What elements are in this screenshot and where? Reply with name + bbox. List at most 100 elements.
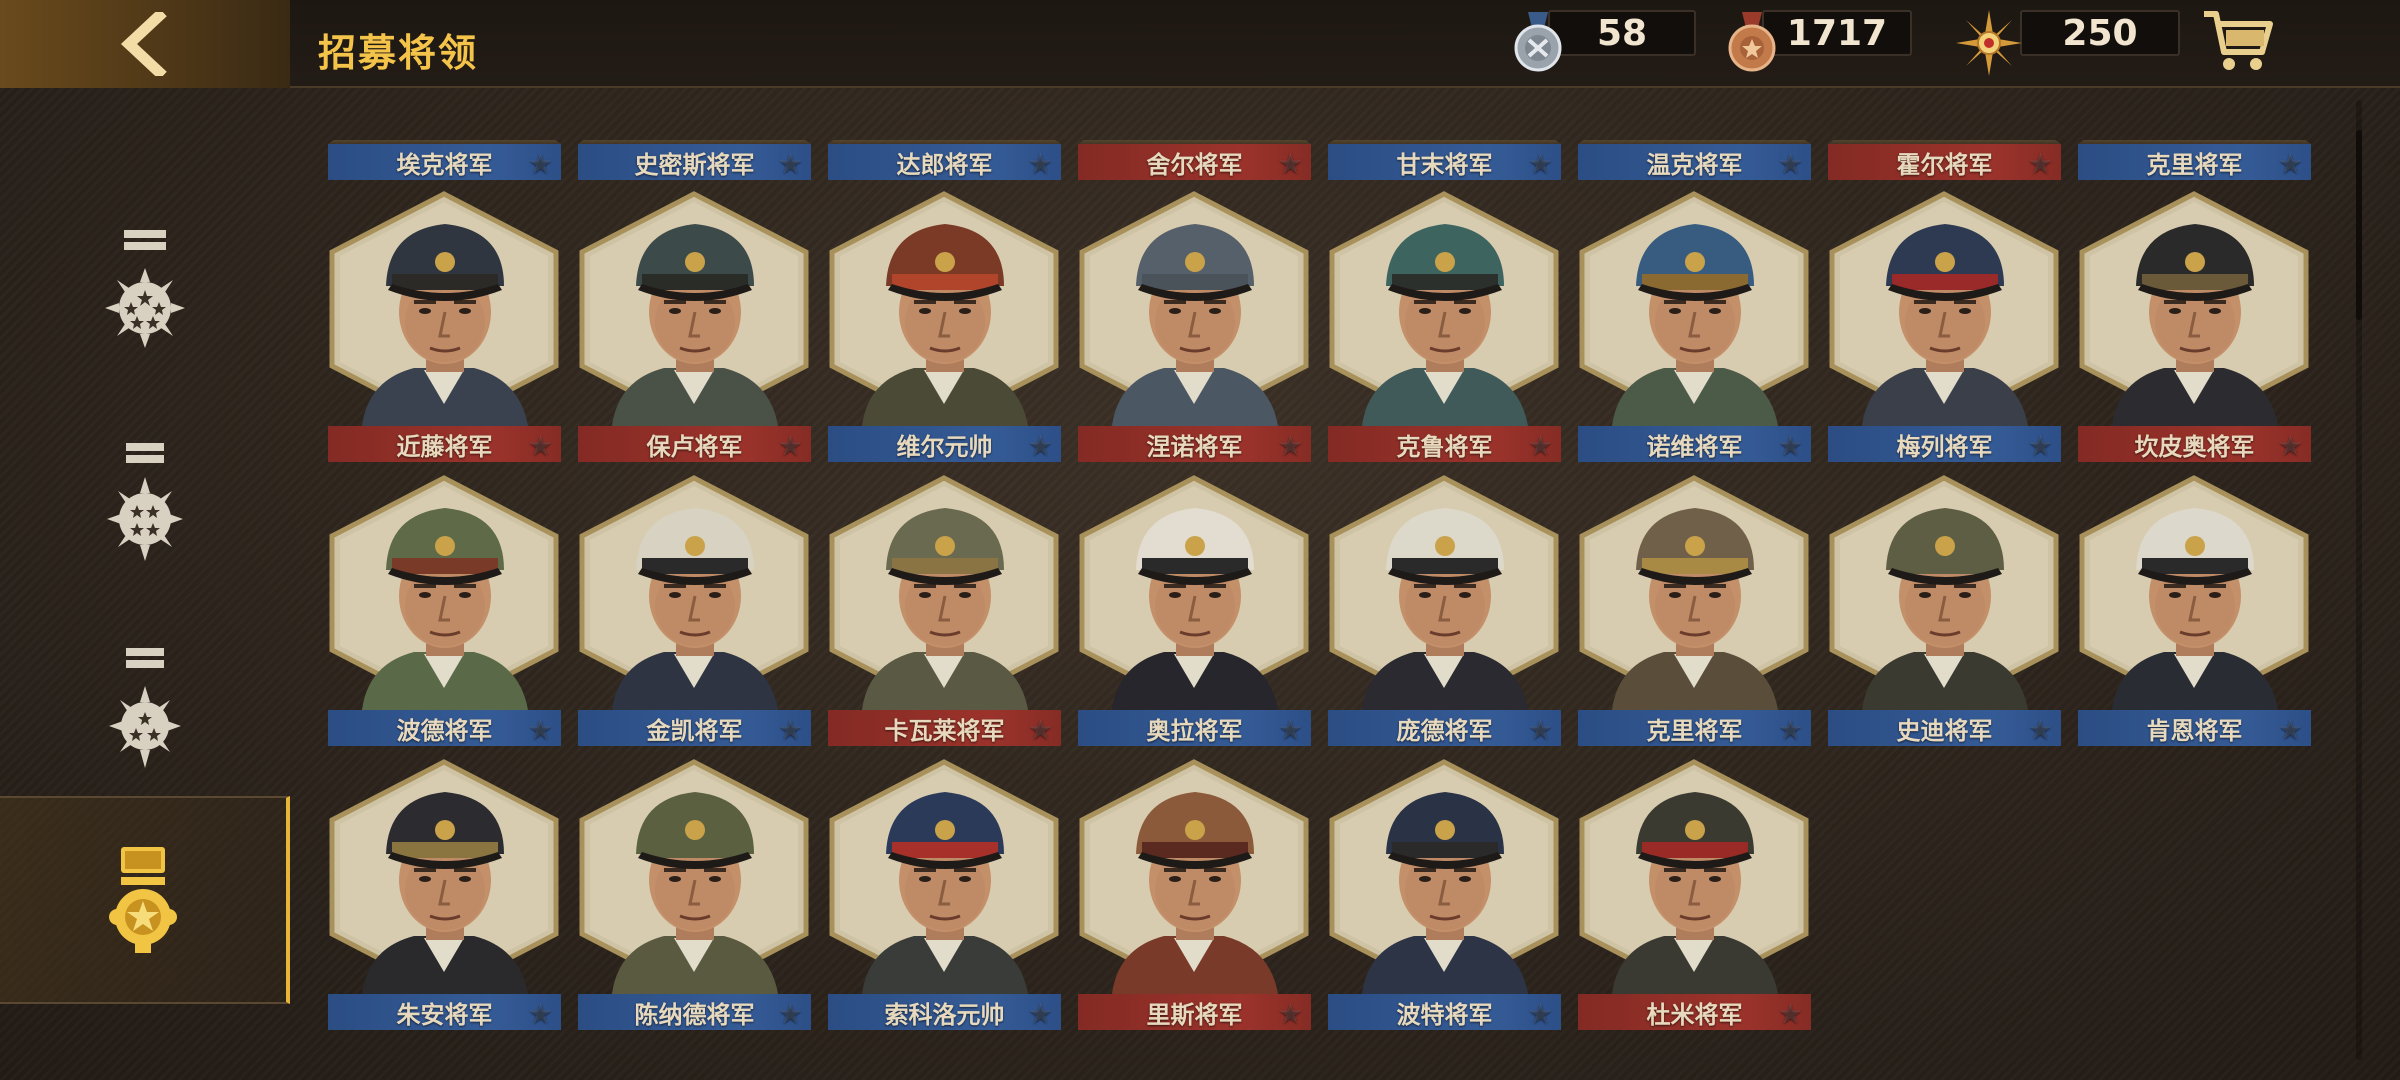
faction-star-icon: ★ (2027, 147, 2053, 180)
general-card[interactable]: 坎皮奥将军 ★ (2078, 190, 2311, 462)
general-name-banner: 达郎将军 ★ (828, 144, 1061, 180)
general-card[interactable]: 温克将军 ★ (1578, 140, 1811, 180)
general-card[interactable]: 卡瓦莱将军 ★ (828, 474, 1061, 746)
general-name-label: 史密斯将军 (634, 150, 755, 179)
general-card[interactable]: 杜米将军 ★ (1578, 758, 1811, 1030)
faction-star-icon: ★ (1527, 713, 1553, 746)
general-card[interactable]: 克里将军 ★ (1578, 474, 1811, 746)
tab-one-star-generals[interactable] (0, 796, 290, 1004)
general-name-banner: 诺维将军 ★ (1578, 426, 1811, 462)
general-name-banner: 温克将军 ★ (1578, 144, 1811, 180)
faction-star-icon: ★ (527, 429, 553, 462)
general-name-label: 甘末将军 (1396, 150, 1493, 179)
general-name-label: 克里将军 (1646, 716, 1743, 745)
general-name-banner: 杜米将军 ★ (1578, 994, 1811, 1030)
general-portrait (1078, 758, 1311, 995)
general-portrait (1328, 190, 1561, 427)
general-card[interactable]: 庞德将军 ★ (1328, 474, 1561, 746)
general-name-banner: 霍尔将军 ★ (1828, 144, 2061, 180)
faction-star-icon: ★ (1027, 997, 1053, 1030)
general-card[interactable]: 里斯将军 ★ (1078, 758, 1311, 1030)
general-name-banner: 保卢将军 ★ (578, 426, 811, 462)
general-card[interactable]: 舍尔将军 ★ (1078, 140, 1311, 180)
general-card[interactable]: 克里将军 ★ (2078, 140, 2311, 180)
general-name-banner: 克里将军 ★ (2078, 144, 2311, 180)
general-name-banner: 坎皮奥将军 ★ (2078, 426, 2311, 462)
general-card[interactable]: 梅列将军 ★ (1828, 190, 2061, 462)
faction-star-icon: ★ (1777, 997, 1803, 1030)
faction-star-icon: ★ (2027, 713, 2053, 746)
top-bar: 招募将领 58 1717 250 (0, 0, 2400, 88)
faction-star-icon: ★ (1277, 429, 1303, 462)
general-portrait (578, 190, 811, 427)
general-name-label: 霍尔将军 (1896, 150, 1993, 179)
faction-star-icon: ★ (527, 997, 553, 1030)
general-portrait (2078, 190, 2311, 427)
faction-star-icon: ★ (777, 997, 803, 1030)
general-name-label: 波德将军 (396, 716, 493, 745)
tab-three-star-generals[interactable] (0, 605, 290, 810)
general-card[interactable]: 诺维将军 ★ (1578, 190, 1811, 462)
tab-five-star-generals[interactable] (0, 190, 290, 395)
general-name-banner: 陈纳德将军 ★ (578, 994, 811, 1030)
general-portrait (1578, 474, 1811, 711)
general-card[interactable]: 埃克将军 ★ (328, 140, 561, 180)
general-card[interactable]: 朱安将军 ★ (328, 758, 561, 1030)
general-card[interactable]: 奥拉将军 ★ (1078, 474, 1311, 746)
general-portrait (1078, 190, 1311, 427)
general-name-label: 克里将军 (2146, 150, 2243, 179)
general-card[interactable]: 陈纳德将军 ★ (578, 758, 811, 1030)
faction-star-icon: ★ (1527, 997, 1553, 1030)
general-card[interactable]: 史密斯将军 ★ (578, 140, 811, 180)
general-card[interactable]: 金凯将军 ★ (578, 474, 811, 746)
general-card[interactable]: 涅诺将军 ★ (1078, 190, 1311, 462)
general-name-banner: 里斯将军 ★ (1078, 994, 1311, 1030)
general-name-label: 诺维将军 (1646, 432, 1743, 461)
general-card[interactable]: 索科洛元帅 ★ (828, 758, 1061, 1030)
general-name-banner: 梅列将军 ★ (1828, 426, 2061, 462)
general-portrait (1578, 190, 1811, 427)
general-card[interactable]: 近藤将军 ★ (328, 190, 561, 462)
general-name-banner: 埃克将军 ★ (328, 144, 561, 180)
tab-four-star-generals[interactable] (0, 400, 290, 605)
faction-star-icon: ★ (2277, 429, 2303, 462)
general-card[interactable]: 霍尔将军 ★ (1828, 140, 2061, 180)
general-name-banner: 维尔元帅 ★ (828, 426, 1061, 462)
general-name-label: 维尔元帅 (896, 432, 993, 461)
general-portrait (1328, 474, 1561, 711)
general-card[interactable]: 波德将军 ★ (328, 474, 561, 746)
four-star-rank-icon (107, 442, 183, 561)
silver-medal-icon (1510, 10, 1574, 78)
general-name-banner: 波德将军 ★ (328, 710, 561, 746)
general-name-banner: 克鲁将军 ★ (1328, 426, 1561, 462)
general-card[interactable]: 史迪将军 ★ (1828, 474, 2061, 746)
general-name-banner: 卡瓦莱将军 ★ (828, 710, 1061, 746)
general-card[interactable]: 肯恩将军 ★ (2078, 474, 2311, 746)
scrollbar-thumb[interactable] (2356, 130, 2362, 320)
general-card[interactable]: 克鲁将军 ★ (1328, 190, 1561, 462)
general-name-label: 保卢将军 (646, 432, 743, 461)
shopping-cart-icon[interactable] (2200, 6, 2276, 78)
general-name-banner: 索科洛元帅 ★ (828, 994, 1061, 1030)
three-star-rank-icon (109, 647, 181, 768)
general-name-label: 波特将军 (1396, 1000, 1493, 1029)
faction-star-icon: ★ (2277, 713, 2303, 746)
general-card[interactable]: 保卢将军 ★ (578, 190, 811, 462)
general-card[interactable]: 维尔元帅 ★ (828, 190, 1061, 462)
general-name-label: 埃克将军 (396, 150, 493, 179)
general-portrait (2078, 474, 2311, 711)
general-card[interactable]: 波特将军 ★ (1328, 758, 1561, 1030)
general-card[interactable]: 达郎将军 ★ (828, 140, 1061, 180)
general-name-label: 陈纳德将军 (634, 1000, 755, 1029)
faction-star-icon: ★ (777, 147, 803, 180)
gold-sun-badge-count: 250 (2020, 10, 2180, 56)
general-name-banner: 甘末将军 ★ (1328, 144, 1561, 180)
general-name-label: 金凯将军 (646, 716, 743, 745)
back-button[interactable] (0, 0, 290, 88)
faction-star-icon: ★ (527, 713, 553, 746)
general-card[interactable]: 甘末将军 ★ (1328, 140, 1561, 180)
faction-star-icon: ★ (1027, 429, 1053, 462)
general-name-banner: 肯恩将军 ★ (2078, 710, 2311, 746)
bronze-medal-icon (1724, 10, 1788, 78)
faction-star-icon: ★ (1027, 147, 1053, 180)
